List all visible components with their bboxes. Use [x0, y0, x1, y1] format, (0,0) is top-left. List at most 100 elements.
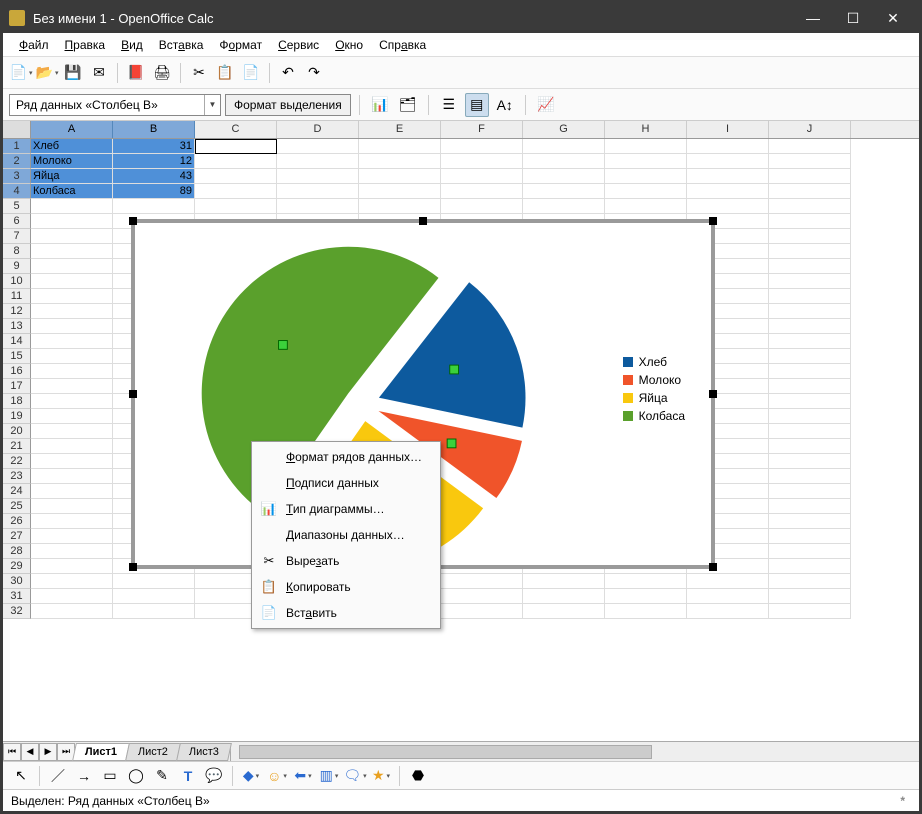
redo-button[interactable]: ↷: [302, 61, 326, 85]
cut-button[interactable]: ✂: [187, 61, 211, 85]
cell-B32[interactable]: [113, 604, 195, 619]
col-header-A[interactable]: A: [31, 121, 113, 138]
row-header[interactable]: 29: [3, 559, 31, 574]
col-header-C[interactable]: C: [195, 121, 277, 138]
cell-D5[interactable]: [277, 199, 359, 214]
row-header[interactable]: 24: [3, 484, 31, 499]
cell-A30[interactable]: [31, 574, 113, 589]
rect-tool[interactable]: ▭: [98, 764, 122, 788]
row-header[interactable]: 23: [3, 469, 31, 484]
cell-A15[interactable]: [31, 349, 113, 364]
row-header[interactable]: 4: [3, 184, 31, 199]
flowchart-tool[interactable]: ▥: [317, 764, 341, 788]
chart-tool-2[interactable]: 🗂: [396, 93, 420, 117]
cell-J26[interactable]: [769, 514, 851, 529]
cell-H3[interactable]: [605, 169, 687, 184]
cell-J27[interactable]: [769, 529, 851, 544]
cell-A28[interactable]: [31, 544, 113, 559]
col-header-F[interactable]: F: [441, 121, 523, 138]
cell-J21[interactable]: [769, 439, 851, 454]
resize-handle[interactable]: [129, 217, 137, 225]
cell-J10[interactable]: [769, 274, 851, 289]
cell-J13[interactable]: [769, 319, 851, 334]
cell-F1[interactable]: [441, 139, 523, 154]
row-header[interactable]: 7: [3, 229, 31, 244]
cell-H4[interactable]: [605, 184, 687, 199]
row-header[interactable]: 6: [3, 214, 31, 229]
cell-H30[interactable]: [605, 574, 687, 589]
row-header[interactable]: 32: [3, 604, 31, 619]
resize-handle[interactable]: [709, 217, 717, 225]
series-selection-handle[interactable]: [279, 341, 288, 350]
cell-B31[interactable]: [113, 589, 195, 604]
cell-A23[interactable]: [31, 469, 113, 484]
cell-J20[interactable]: [769, 424, 851, 439]
cell-I32[interactable]: [687, 604, 769, 619]
cell-B3[interactable]: 43: [113, 169, 195, 184]
close-button[interactable]: ✕: [873, 4, 913, 32]
cell-F3[interactable]: [441, 169, 523, 184]
cell-H5[interactable]: [605, 199, 687, 214]
cell-H31[interactable]: [605, 589, 687, 604]
cell-A20[interactable]: [31, 424, 113, 439]
points-tool[interactable]: ⬣: [406, 764, 430, 788]
row-header[interactable]: 9: [3, 259, 31, 274]
cell-A25[interactable]: [31, 499, 113, 514]
basic-shapes-tool[interactable]: ◆: [239, 764, 263, 788]
cell-J11[interactable]: [769, 289, 851, 304]
cell-J14[interactable]: [769, 334, 851, 349]
cell-F2[interactable]: [441, 154, 523, 169]
cell-B1[interactable]: 31: [113, 139, 195, 154]
freeform-tool[interactable]: ✎: [150, 764, 174, 788]
row-header[interactable]: 14: [3, 334, 31, 349]
grid-v-button[interactable]: ▤: [465, 93, 489, 117]
cell-E3[interactable]: [359, 169, 441, 184]
cell-G1[interactable]: [523, 139, 605, 154]
undo-button[interactable]: ↶: [276, 61, 300, 85]
cell-I3[interactable]: [687, 169, 769, 184]
cell-G2[interactable]: [523, 154, 605, 169]
cell-A2[interactable]: Молоко: [31, 154, 113, 169]
cell-J25[interactable]: [769, 499, 851, 514]
menu-view[interactable]: Вид: [113, 35, 151, 55]
row-header[interactable]: 21: [3, 439, 31, 454]
cell-B2[interactable]: 12: [113, 154, 195, 169]
cell-E2[interactable]: [359, 154, 441, 169]
cell-J6[interactable]: [769, 214, 851, 229]
ctx-chart-type[interactable]: 📊Тип диаграммы…: [252, 496, 440, 522]
cell-J16[interactable]: [769, 364, 851, 379]
arrow-tool[interactable]: →: [72, 764, 96, 788]
cell-A22[interactable]: [31, 454, 113, 469]
cell-G3[interactable]: [523, 169, 605, 184]
resize-handle[interactable]: [709, 390, 717, 398]
cell-G30[interactable]: [523, 574, 605, 589]
line-tool[interactable]: ／: [46, 764, 70, 788]
cell-A8[interactable]: [31, 244, 113, 259]
cell-J22[interactable]: [769, 454, 851, 469]
cell-J1[interactable]: [769, 139, 851, 154]
col-header-E[interactable]: E: [359, 121, 441, 138]
cell-J17[interactable]: [769, 379, 851, 394]
row-header[interactable]: 28: [3, 544, 31, 559]
col-header-I[interactable]: I: [687, 121, 769, 138]
cell-J19[interactable]: [769, 409, 851, 424]
cell-J9[interactable]: [769, 259, 851, 274]
cell-A31[interactable]: [31, 589, 113, 604]
row-header[interactable]: 19: [3, 409, 31, 424]
sheet-tab-3[interactable]: Лист3: [176, 743, 232, 761]
cell-B5[interactable]: [113, 199, 195, 214]
print-button[interactable]: 🖨: [150, 61, 174, 85]
row-header[interactable]: 1: [3, 139, 31, 154]
row-header[interactable]: 22: [3, 454, 31, 469]
cell-A32[interactable]: [31, 604, 113, 619]
row-header[interactable]: 12: [3, 304, 31, 319]
row-header[interactable]: 15: [3, 349, 31, 364]
cell-A4[interactable]: Колбаса: [31, 184, 113, 199]
scale-button[interactable]: A↕: [493, 93, 517, 117]
cell-J5[interactable]: [769, 199, 851, 214]
cell-J8[interactable]: [769, 244, 851, 259]
row-header[interactable]: 13: [3, 319, 31, 334]
cell-F31[interactable]: [441, 589, 523, 604]
cell-D2[interactable]: [277, 154, 359, 169]
row-header[interactable]: 16: [3, 364, 31, 379]
